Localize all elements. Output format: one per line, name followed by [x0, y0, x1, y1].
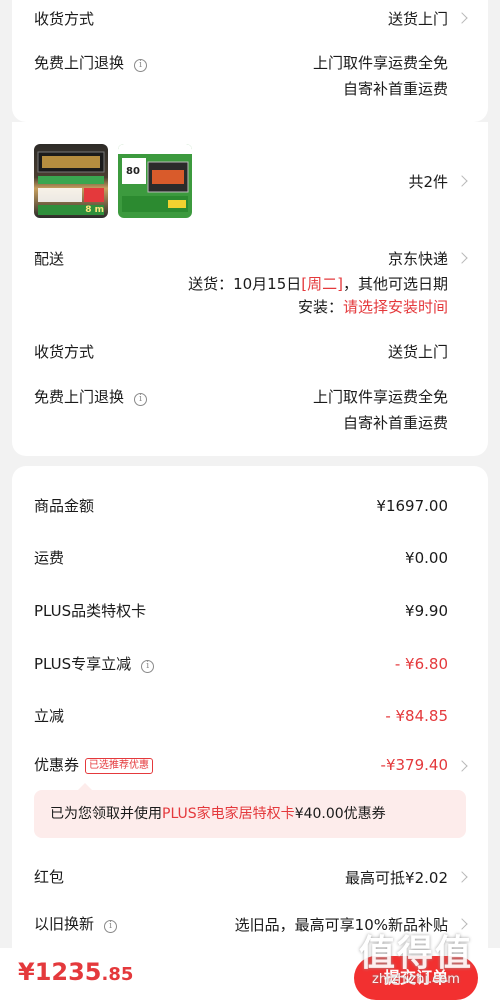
delivery-weekday: [周二] [301, 275, 343, 293]
free-return-line1: 上门取件享运费全免 [312, 388, 448, 406]
plus-discount-label: PLUS专享立减 [34, 655, 132, 673]
free-return-row-2: 免费上门退换 i 上门取件享运费全免 自寄补首重运费 [12, 382, 488, 434]
install-prefix: 安装： [297, 298, 343, 316]
info-icon[interactable]: i [134, 393, 148, 406]
delivery-method-row-2[interactable]: 收货方式 送货上门 [12, 336, 488, 366]
notice-suffix: ¥40.00优惠券 [294, 806, 386, 822]
instant-discount-value: - ¥84.85 [385, 707, 448, 725]
delivery-method-label: 收货方式 [34, 343, 95, 361]
plus-discount-row: PLUS专享立减 i - ¥6.80 [12, 650, 488, 678]
freight-value: ¥0.00 [405, 549, 448, 567]
red-packet-value: 最高可抵¥2.02 [345, 869, 448, 887]
plus-card-value: ¥9.90 [405, 602, 448, 620]
delivery-method-value: 送货上门 [387, 343, 448, 361]
delivery-date-line: 送货：10月15日[周二]，其他可选日期 [188, 273, 448, 294]
product-image-2-graphic [118, 144, 192, 212]
delivery-method-value: 送货上门 [387, 10, 448, 28]
notice-prefix: 已为您领取并使用 [50, 806, 162, 822]
info-icon[interactable]: i [104, 920, 118, 933]
free-return-label: 免费上门退换 [34, 388, 125, 406]
chevron-right-icon [456, 12, 468, 24]
delivery-card-2: 8 m 80 共2件 配送 京东快递 送货：10月15日[周二]，其他可选日期 … [12, 122, 488, 456]
info-icon[interactable]: i [141, 660, 155, 673]
free-return-line2: 自寄补首重运费 [342, 80, 448, 98]
product-list-row[interactable]: 8 m 80 共2件 [12, 144, 488, 218]
total-price-main: ¥1235 [18, 958, 102, 986]
goods-amount-row: 商品金额 ¥1697.00 [12, 492, 488, 520]
plus-card-row: PLUS品类特权卡 ¥9.90 [12, 597, 488, 625]
install-line: 安装：请选择安装时间 [298, 296, 448, 317]
coupon-row[interactable]: 优惠券 已选推荐优惠 -¥379.40 [12, 751, 488, 779]
freight-row: 运费 ¥0.00 [12, 544, 488, 572]
coupon-value: -¥379.40 [380, 756, 448, 774]
chevron-right-icon [456, 871, 468, 883]
info-icon[interactable]: i [134, 59, 148, 72]
delivery-date: 10月15日 [233, 275, 302, 293]
delivery-prefix: 送货： [188, 275, 234, 293]
chevron-right-icon [456, 175, 468, 187]
coupon-notice: 已为您领取并使用PLUS家电家居特权卡¥40.00优惠券 [34, 783, 466, 838]
trade-in-label: 以旧换新 [34, 915, 95, 933]
delivery-suffix: ，其他可选日期 [342, 275, 448, 293]
total-price-decimal: .85 [101, 964, 134, 985]
chevron-right-icon [456, 760, 468, 772]
red-packet-row[interactable]: 红包 最高可抵¥2.02 [12, 863, 488, 891]
product-2-badge: 80 [126, 166, 140, 177]
instant-discount-label: 立减 [34, 707, 65, 725]
delivery-method-row[interactable]: 收货方式 送货上门 [12, 0, 488, 34]
coupon-label: 优惠券 [34, 756, 80, 774]
chevron-right-icon [456, 252, 468, 264]
order-summary-card: 商品金额 ¥1697.00 运费 ¥0.00 PLUS品类特权卡 ¥9.90 P… [12, 466, 488, 966]
total-price: ¥1235.85 [18, 958, 133, 986]
plus-card-label: PLUS品类特权卡 [34, 602, 147, 620]
instant-discount-row: 立减 - ¥84.85 [12, 702, 488, 730]
delivery-card-1: 收货方式 送货上门 免费上门退换 i 上门取件享运费全免 自寄补首重运费 [12, 0, 488, 123]
install-time-link[interactable]: 请选择安装时间 [343, 298, 448, 316]
coupon-tag: 已选推荐优惠 [85, 758, 154, 774]
plus-discount-value: - ¥6.80 [394, 655, 448, 673]
product-image-1[interactable]: 8 m [34, 144, 108, 218]
freight-label: 运费 [34, 549, 65, 567]
notice-highlight: PLUS家电家居特权卡 [162, 806, 295, 822]
watermark: 值得值 zhizhizhi.com [346, 924, 486, 987]
free-return-line1: 上门取件享运费全免 [312, 54, 448, 72]
product-image-2[interactable]: 80 [118, 144, 192, 218]
red-packet-label: 红包 [34, 868, 65, 886]
shipping-label: 配送 [34, 250, 65, 268]
shipping-row[interactable]: 配送 京东快递 送货：10月15日[周二]，其他可选日期 安装：请选择安装时间 [12, 240, 488, 320]
delivery-method-label: 收货方式 [34, 10, 95, 28]
free-return-label: 免费上门退换 [34, 54, 125, 72]
free-return-row: 免费上门退换 i 上门取件享运费全免 自寄补首重运费 [12, 48, 488, 100]
watermark-text: 值得值 [358, 933, 473, 974]
shipping-value: 京东快递 [387, 250, 448, 268]
goods-amount-value: ¥1697.00 [376, 497, 448, 515]
goods-amount-label: 商品金额 [34, 497, 95, 515]
product-1-badge: 8 m [85, 205, 104, 215]
item-count: 共2件 [408, 173, 448, 191]
free-return-line2: 自寄补首重运费 [342, 414, 448, 432]
